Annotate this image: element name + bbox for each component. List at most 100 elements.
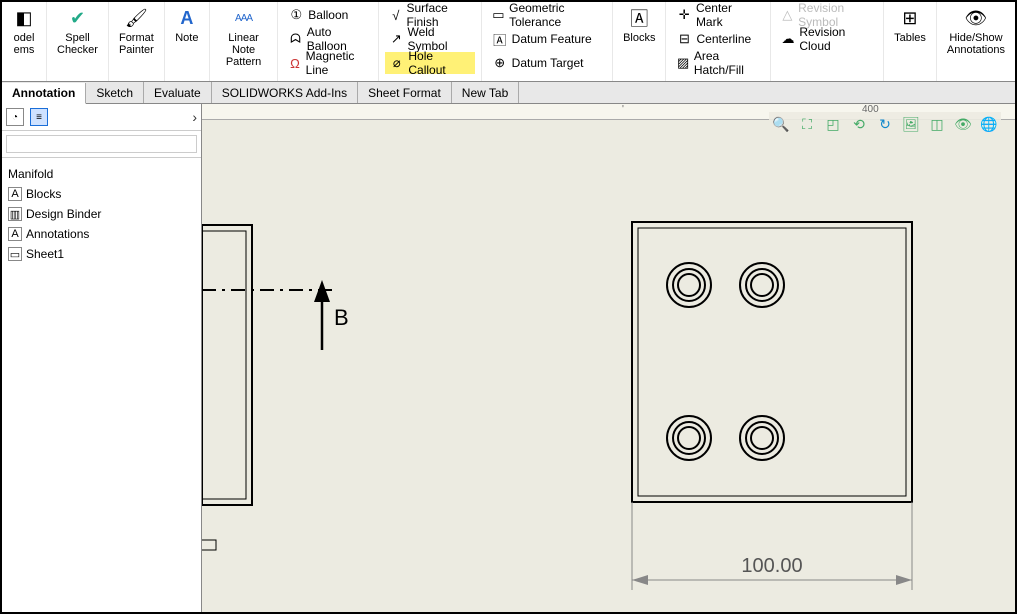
geometric-tolerance-icon: ▭ bbox=[492, 7, 505, 23]
annotations-símbolo-icon: A bbox=[8, 227, 22, 241]
hole-callout-label: Hole Callout bbox=[408, 49, 470, 77]
plate-view bbox=[632, 222, 912, 502]
revision-symbol-button[interactable]: △ Revision Symbol bbox=[777, 4, 877, 26]
feature-tree: Manifold A Blocks ▥ Design Binder A Anno… bbox=[2, 158, 201, 270]
tab-evaluate[interactable]: Evaluate bbox=[144, 82, 212, 103]
tab-annotation[interactable]: Annotation bbox=[2, 83, 86, 104]
format-painter-button[interactable]: 🖌 FormatPainter bbox=[115, 4, 158, 58]
balloon-button[interactable]: ① Balloon bbox=[284, 4, 372, 26]
datum-target-icon: ⊕ bbox=[492, 55, 508, 71]
note-button[interactable]: A Note bbox=[171, 4, 203, 46]
tab-sketch[interactable]: Sketch bbox=[86, 82, 144, 103]
auto-balloon-button[interactable]: ᗣ Auto Balloon bbox=[284, 28, 372, 50]
datum-feature-icon: 🄰 bbox=[492, 31, 508, 47]
hide-show-icon: 👁 bbox=[964, 6, 988, 30]
tables-label: Tables bbox=[894, 32, 926, 44]
dimension-100-text: 100.00 bbox=[741, 555, 802, 577]
note-icon: A bbox=[175, 6, 199, 30]
tab-addins[interactable]: SOLIDWORKS Add-Ins bbox=[212, 82, 358, 103]
geometric-tolerance-button[interactable]: ▭ Geometric Tolerance bbox=[488, 4, 606, 26]
linear-note-pattern-icon: AAA bbox=[232, 6, 256, 30]
tree-sheet1[interactable]: ▭ Sheet1 bbox=[6, 244, 197, 264]
hide-show-label: Hide/ShowAnnotations bbox=[947, 32, 1005, 56]
spell-checker-icon: ✔ bbox=[65, 6, 89, 30]
revision-cloud-icon: ☁ bbox=[781, 31, 796, 47]
format-painter-icon: 🖌 bbox=[124, 6, 148, 30]
centerline-button[interactable]: ⊟ Centerline bbox=[672, 28, 763, 50]
hole-top-left bbox=[667, 263, 711, 307]
revision-cloud-button[interactable]: ☁ Revision Cloud bbox=[777, 28, 877, 50]
blocks-icon: 🄰 bbox=[627, 6, 651, 30]
tree-design-binder[interactable]: ▥ Design Binder bbox=[6, 204, 197, 224]
panel-tab-icons: ◔ ≡ › bbox=[2, 104, 201, 131]
blocks-button[interactable]: 🄰 Blocks bbox=[619, 4, 659, 46]
tree-blocks-label: Blocks bbox=[26, 187, 61, 201]
hole-bottom-right bbox=[740, 416, 784, 460]
hole-bottom-left bbox=[667, 416, 711, 460]
magnetic-line-icon: Ω bbox=[288, 55, 301, 71]
hide-show-annotations-button[interactable]: 👁 Hide/ShowAnnotations bbox=[943, 4, 1009, 58]
hole-callout-button[interactable]: ⌀ Hole Callout bbox=[385, 52, 475, 74]
spell-checker-label: SpellChecker bbox=[57, 32, 98, 56]
centerline-label: Centerline bbox=[696, 32, 751, 46]
area-hatch-icon: ▨ bbox=[676, 55, 689, 71]
model-items-button[interactable]: ◧ odelems bbox=[8, 4, 40, 58]
tab-new-tab[interactable]: New Tab bbox=[452, 82, 519, 103]
center-mark-label: Center Mark bbox=[696, 1, 760, 29]
drawing-canvas[interactable]: ' 400 🔍 ⛶ ◰ ⟲ ↻ 🖼 ◫ 👁 🌐 B bbox=[202, 104, 1015, 612]
left-step bbox=[202, 540, 216, 550]
datum-feature-label: Datum Feature bbox=[512, 32, 592, 46]
sheet-icon: ▭ bbox=[8, 247, 22, 261]
blocks-tree-icon: A bbox=[8, 187, 22, 201]
balloon-label: Balloon bbox=[308, 8, 348, 22]
datum-target-label: Datum Target bbox=[512, 56, 584, 70]
area-hatch-label: Area Hatch/Fill bbox=[694, 49, 760, 77]
blocks-label: Blocks bbox=[623, 32, 655, 44]
tree-sheet1-label: Sheet1 bbox=[26, 247, 64, 261]
auto-balloon-icon: ᗣ bbox=[288, 31, 302, 47]
centerline-icon: ⊟ bbox=[676, 31, 692, 47]
tree-filter bbox=[2, 131, 201, 158]
panel-tab-2[interactable]: ≡ bbox=[30, 108, 48, 126]
design-binder-icon: ▥ bbox=[8, 207, 22, 221]
panel-expander[interactable]: › bbox=[192, 109, 197, 125]
center-mark-icon: ✛ bbox=[676, 7, 691, 23]
tree-annotations-label: Annotations bbox=[26, 227, 89, 241]
left-view-outer bbox=[202, 225, 252, 505]
feature-tree-panel: ◔ ≡ › Manifold A Blocks ▥ Design Binder … bbox=[2, 104, 202, 612]
center-mark-button[interactable]: ✛ Center Mark bbox=[672, 4, 763, 26]
linear-note-pattern-label: Linear NotePattern bbox=[220, 32, 267, 68]
tab-sheet-format[interactable]: Sheet Format bbox=[358, 82, 452, 103]
model-items-label: odelems bbox=[14, 32, 35, 56]
note-label: Note bbox=[175, 32, 198, 44]
spell-checker-button[interactable]: ✔ SpellChecker bbox=[53, 4, 102, 58]
surface-finish-button[interactable]: √ Surface Finish bbox=[385, 4, 475, 26]
tree-filter-input[interactable] bbox=[6, 135, 197, 153]
datum-feature-button[interactable]: 🄰 Datum Feature bbox=[488, 28, 606, 50]
format-painter-label: FormatPainter bbox=[119, 32, 154, 56]
datum-target-button[interactable]: ⊕ Datum Target bbox=[488, 52, 606, 74]
balloon-icon: ① bbox=[288, 7, 304, 23]
surface-finish-icon: √ bbox=[389, 7, 402, 23]
magnetic-line-button[interactable]: Ω Magnetic Line bbox=[284, 52, 372, 74]
tree-blocks[interactable]: A Blocks bbox=[6, 184, 197, 204]
magnetic-line-label: Magnetic Line bbox=[306, 49, 368, 77]
ribbon: ◧ odelems ✔ SpellChecker 🖌 FormatPainter… bbox=[2, 2, 1015, 82]
model-items-icon: ◧ bbox=[12, 6, 36, 30]
ruler-tick: ' bbox=[622, 104, 624, 120]
hole-callout-icon: ⌀ bbox=[389, 55, 404, 71]
panel-tab-1[interactable]: ◔ bbox=[6, 108, 24, 126]
area-hatch-button[interactable]: ▨ Area Hatch/Fill bbox=[672, 52, 763, 74]
weld-symbol-button[interactable]: ↗ Weld Symbol bbox=[385, 28, 475, 50]
weld-symbol-icon: ↗ bbox=[389, 31, 403, 47]
linear-note-pattern-button[interactable]: AAA Linear NotePattern bbox=[216, 4, 271, 70]
hole-top-right bbox=[740, 263, 784, 307]
tree-root[interactable]: Manifold bbox=[6, 164, 197, 184]
tree-annotations[interactable]: A Annotations bbox=[6, 224, 197, 244]
tables-button[interactable]: ⊞ Tables bbox=[890, 4, 930, 46]
geometric-tolerance-label: Geometric Tolerance bbox=[509, 1, 602, 29]
drawing-area[interactable]: B bbox=[202, 120, 1015, 612]
tree-root-label: Manifold bbox=[8, 167, 53, 181]
main-area: ◔ ≡ › Manifold A Blocks ▥ Design Binder … bbox=[2, 104, 1015, 612]
revision-symbol-icon: △ bbox=[781, 7, 794, 23]
